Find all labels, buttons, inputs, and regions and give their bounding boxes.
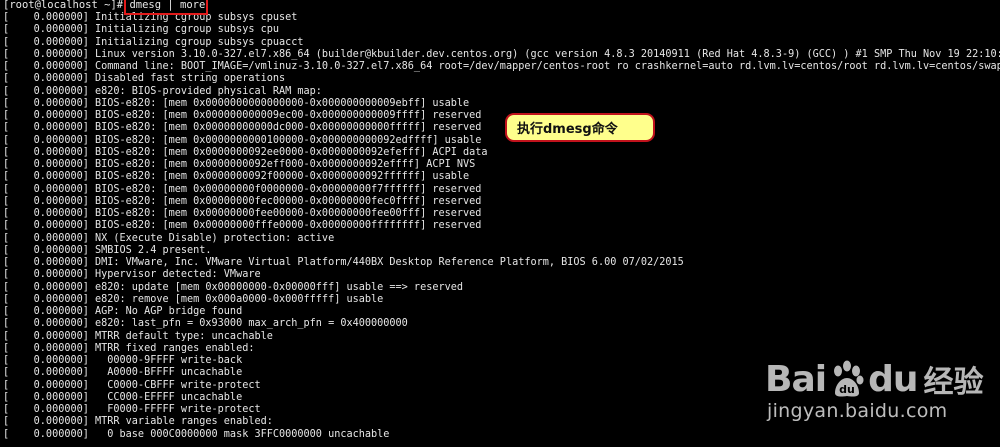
terminal-line: [ 0.000000] BIOS-e820: [mem 0x0000000092…	[3, 146, 488, 158]
terminal-line: [ 0.000000] Disabled fast string operati…	[3, 73, 286, 85]
terminal-line: [ 0.000000] BIOS-e820: [mem 0x00000000ff…	[3, 220, 482, 232]
terminal-line: [ 0.000000] Linux version 3.10.0-327.el7…	[3, 48, 1000, 60]
terminal-line: [ 0.000000] BIOS-e820: [mem 0x00000000fe…	[3, 195, 482, 207]
terminal-line: [ 0.000000] e820: remove [mem 0x000a0000…	[3, 293, 384, 305]
terminal-line: [ 0.000000] Initializing cgroup subsys c…	[3, 36, 304, 48]
annotation-callout: 执行dmesg命令	[505, 113, 655, 142]
terminal-line: [ 0.000000] e820: BIOS-provided physical…	[3, 85, 322, 97]
terminal-line: [ 0.000000] BIOS-e820: [mem 0x0000000000…	[3, 134, 482, 146]
paw-icon: du	[834, 360, 864, 397]
terminal-line: [ 0.000000] e820: update [mem 0x00000000…	[3, 281, 464, 293]
terminal-line: [ 0.000000] MTRR default type: uncachabl…	[3, 330, 273, 342]
baidu-jingyan-watermark: Bai du du 经验 jingyan.baidu.com	[755, 350, 1000, 447]
watermark-url: jingyan.baidu.com	[767, 400, 948, 422]
terminal-line: [ 0.000000] DMI: VMware, Inc. VMware Vir…	[3, 257, 684, 268]
terminal-line: [ 0.000000] SMBIOS 2.4 present.	[3, 244, 212, 256]
terminal-line: [ 0.000000] BIOS-e820: [mem 0x0000000000…	[3, 122, 482, 134]
terminal-line: [ 0.000000] BIOS-e820: [mem 0x00000000f0…	[3, 183, 482, 195]
terminal-line: [ 0.000000] e820: last_pfn = 0x93000 max…	[3, 318, 408, 330]
terminal-line: [ 0.000000] BIOS-e820: [mem 0x0000000092…	[3, 171, 470, 183]
shell-prompt: [root@localhost ~]#	[3, 0, 130, 11]
jingyan-brand: 经验	[923, 365, 984, 400]
svg-text:du: du	[839, 383, 855, 396]
logo-text-left: Bai	[765, 358, 827, 400]
terminal-line: [ 0.000000] Hypervisor detected: VMware	[3, 269, 261, 281]
terminal-line: [ 0.000000] BIOS-e820: [mem 0x00000000fe…	[3, 208, 482, 219]
terminal-line: [ 0.000000] AGP: No AGP bridge found	[3, 306, 243, 317]
terminal-line: [ 0.000000] Initializing cgroup subsys c…	[3, 24, 280, 36]
terminal-line: [ 0.000000] NX (Execute Disable) protect…	[3, 232, 335, 244]
logo-text-right: du	[868, 358, 918, 400]
callout-text: 执行dmesg命令	[517, 122, 618, 137]
baidu-logo: Bai du du 经验	[765, 358, 984, 401]
terminal-line: [ 0.000000] BIOS-e820: [mem 0x0000000000…	[3, 110, 482, 121]
terminal-line: [ 0.000000] BIOS-e820: [mem 0x0000000000…	[3, 97, 470, 109]
terminal-line: [ 0.000000] Command line: BOOT_IMAGE=/vm…	[3, 61, 1000, 72]
terminal-line: [ 0.000000] BIOS-e820: [mem 0x0000000092…	[3, 159, 476, 170]
command-highlight-box	[124, 0, 208, 15]
